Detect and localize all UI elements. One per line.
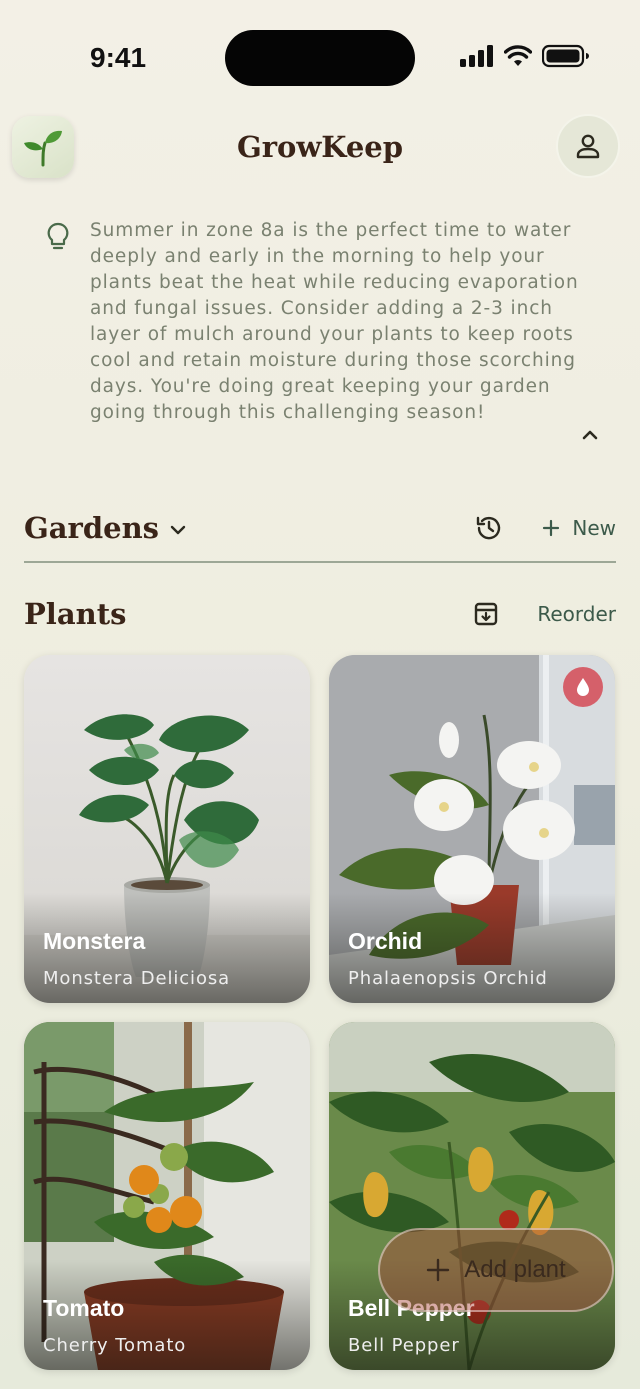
plants-title: Plants	[24, 597, 127, 631]
chevron-down-icon[interactable]	[169, 524, 187, 536]
wifi-icon	[504, 45, 532, 66]
plant-scientific-name: Bell Pepper	[348, 1335, 460, 1356]
status-time: 9:41	[90, 42, 147, 73]
cellular-signal-icon	[460, 45, 493, 67]
plant-card-tomato[interactable]: Tomato Cherry Tomato	[24, 1022, 310, 1370]
plant-scientific-name: Monstera Deliciosa	[43, 968, 231, 989]
gardens-title[interactable]: Gardens	[24, 511, 159, 545]
plant-name: Orchid	[348, 928, 423, 954]
tip-text: Summer in zone 8a is the perfect time to…	[90, 220, 579, 423]
history-button[interactable]	[474, 513, 504, 543]
plant-card-orchid[interactable]: Orchid Phalaenopsis Orchid	[329, 655, 615, 1003]
plant-scientific-name: Cherry Tomato	[43, 1335, 187, 1356]
plant-card-monstera[interactable]: Monstera Monstera Deliciosa	[24, 655, 310, 1003]
dynamic-island	[225, 30, 415, 86]
plant-name: Monstera	[43, 928, 146, 954]
new-garden-button[interactable]: New	[542, 516, 616, 540]
system-icons	[460, 44, 590, 68]
history-icon	[477, 516, 501, 540]
plus-icon	[543, 519, 560, 537]
gardens-section-header: Gardens New	[24, 506, 616, 550]
seasonal-tip: Summer in zone 8a is the perfect time to…	[24, 218, 616, 458]
plants-section-header: Plants Reorder	[24, 592, 616, 636]
plant-scientific-name: Phalaenopsis Orchid	[348, 968, 548, 989]
battery-icon	[542, 44, 589, 68]
reorder-button[interactable]: Reorder	[537, 602, 616, 626]
app-title: GrowKeep	[236, 130, 404, 164]
archive-button[interactable]	[473, 601, 499, 627]
chevron-up-icon[interactable]	[580, 428, 600, 442]
plant-card-bell-pepper[interactable]: Bell Pepper Bell Pepper	[329, 1022, 615, 1370]
needs-water-badge	[563, 667, 603, 707]
water-drop-icon	[577, 678, 589, 696]
person-icon	[576, 134, 600, 159]
lightbulb-icon	[47, 222, 69, 250]
section-divider	[24, 561, 616, 563]
plus-icon	[427, 1258, 450, 1282]
profile-button[interactable]	[556, 114, 620, 178]
add-plant-label: Add plant	[464, 1256, 566, 1283]
plant-name: Tomato	[43, 1295, 125, 1321]
status-bar: 9:41	[0, 0, 640, 110]
new-garden-label: New	[572, 516, 616, 540]
add-plant-button[interactable]: Add plant	[378, 1228, 614, 1312]
app-header: GrowKeep	[0, 112, 640, 182]
archive-icon	[475, 602, 498, 626]
